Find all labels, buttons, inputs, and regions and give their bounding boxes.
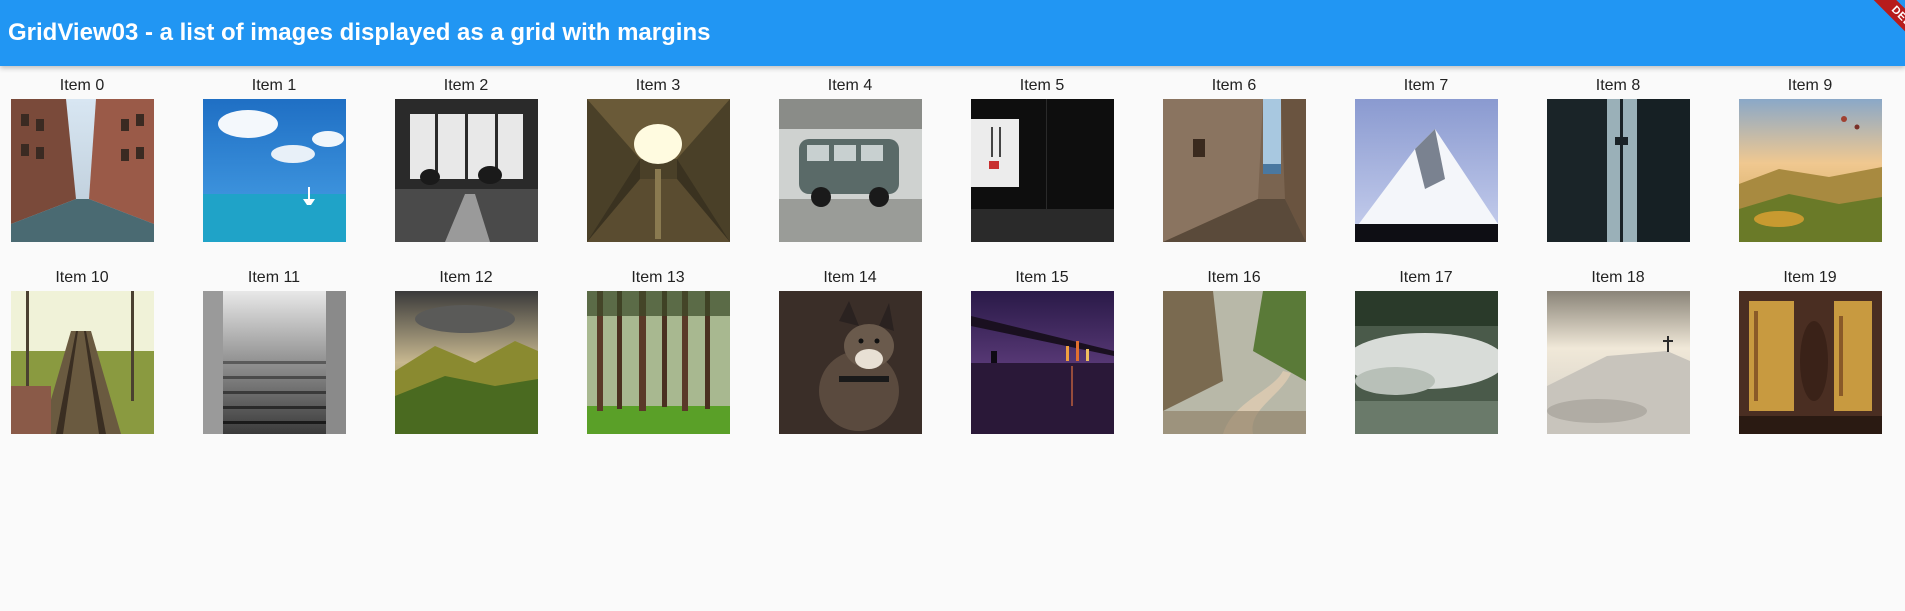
- grid-item-label: Item 11: [247, 269, 301, 286]
- grid-item-19[interactable]: Item 19: [1730, 258, 1890, 434]
- alley-sea-image: [1163, 99, 1306, 242]
- grid-item-label: Item 2: [443, 77, 489, 94]
- grid-item-4[interactable]: Item 4: [770, 66, 930, 242]
- grid-item-label: Item 7: [1403, 77, 1449, 94]
- grid-item-10[interactable]: Item 10: [2, 258, 162, 434]
- grid-item-label: Item 8: [1595, 77, 1641, 94]
- grid-item-label: Item 1: [251, 77, 297, 94]
- grid-item-label: Item 13: [631, 269, 685, 286]
- city-street-image: [11, 99, 154, 242]
- grid-item-6[interactable]: Item 6: [1154, 66, 1314, 242]
- cn-tower-image: [1547, 99, 1690, 242]
- country-road-image: [1163, 291, 1306, 434]
- grid-item-label: Item 18: [1591, 269, 1645, 286]
- grid-item-0[interactable]: Item 0: [2, 66, 162, 242]
- grid-item-label: Item 17: [1399, 269, 1453, 286]
- vw-van-image: [779, 99, 922, 242]
- grid-item-label: Item 19: [1783, 269, 1837, 286]
- grid-item-2[interactable]: Item 2: [386, 66, 546, 242]
- app-bar-title: GridView03 - a list of images displayed …: [8, 19, 711, 46]
- grid-item-label: Item 15: [1015, 269, 1069, 286]
- grid-item-17[interactable]: Item 17: [1346, 258, 1506, 434]
- grid-item-13[interactable]: Item 13: [578, 258, 738, 434]
- grid-item-14[interactable]: Item 14: [770, 258, 930, 434]
- grid-item-7[interactable]: Item 7: [1346, 66, 1506, 242]
- grid-item-8[interactable]: Item 8: [1538, 66, 1698, 242]
- building-lookup-image: [587, 99, 730, 242]
- debug-banner: DEBUG: [1847, 0, 1905, 58]
- grid-item-label: Item 0: [59, 77, 105, 94]
- grid-item-label: Item 16: [1207, 269, 1261, 286]
- grid-item-label: Item 9: [1787, 77, 1833, 94]
- cafe-window-bw-image: [395, 99, 538, 242]
- husky-dog-image: [779, 291, 922, 434]
- debug-banner-label: DEBUG: [1863, 0, 1905, 58]
- grid-item-11[interactable]: Item 11: [194, 258, 354, 434]
- bridge-night-image: [971, 291, 1114, 434]
- grid-item-label: Item 3: [635, 77, 681, 94]
- grid-item-16[interactable]: Item 16: [1154, 258, 1314, 434]
- pine-forest-image: [587, 291, 730, 434]
- grid-item-label: Item 4: [827, 77, 873, 94]
- grid-item-15[interactable]: Item 15: [962, 258, 1122, 434]
- grid-item-9[interactable]: Item 9: [1730, 66, 1890, 242]
- grid-item-18[interactable]: Item 18: [1538, 258, 1698, 434]
- rusty-wall-image: [1739, 291, 1882, 434]
- snowy-hill-image: [1547, 291, 1690, 434]
- balloons-valley-image: [1739, 99, 1882, 242]
- ocean-sky-boat-image: [203, 99, 346, 242]
- grid-item-12[interactable]: Item 12: [386, 258, 546, 434]
- green-valley-image: [395, 291, 538, 434]
- grid-item-3[interactable]: Item 3: [578, 66, 738, 242]
- grid-item-5[interactable]: Item 5: [962, 66, 1122, 242]
- foggy-forest-image: [1355, 291, 1498, 434]
- misty-stairs-image: [203, 291, 346, 434]
- grid-item-1[interactable]: Item 1: [194, 66, 354, 242]
- app-bar: GridView03 - a list of images displayed …: [0, 0, 1905, 66]
- image-grid[interactable]: Item 0 Item 1 Item 2 Item 3 Item 4 Item …: [0, 66, 1905, 611]
- grid-item-label: Item 14: [823, 269, 877, 286]
- lantern-dark-image: [971, 99, 1114, 242]
- grid-item-label: Item 6: [1211, 77, 1257, 94]
- grid-item-label: Item 12: [439, 269, 493, 286]
- railway-track-image: [11, 291, 154, 434]
- grid-item-label: Item 5: [1019, 77, 1065, 94]
- grid-item-label: Item 10: [55, 269, 109, 286]
- matterhorn-image: [1355, 99, 1498, 242]
